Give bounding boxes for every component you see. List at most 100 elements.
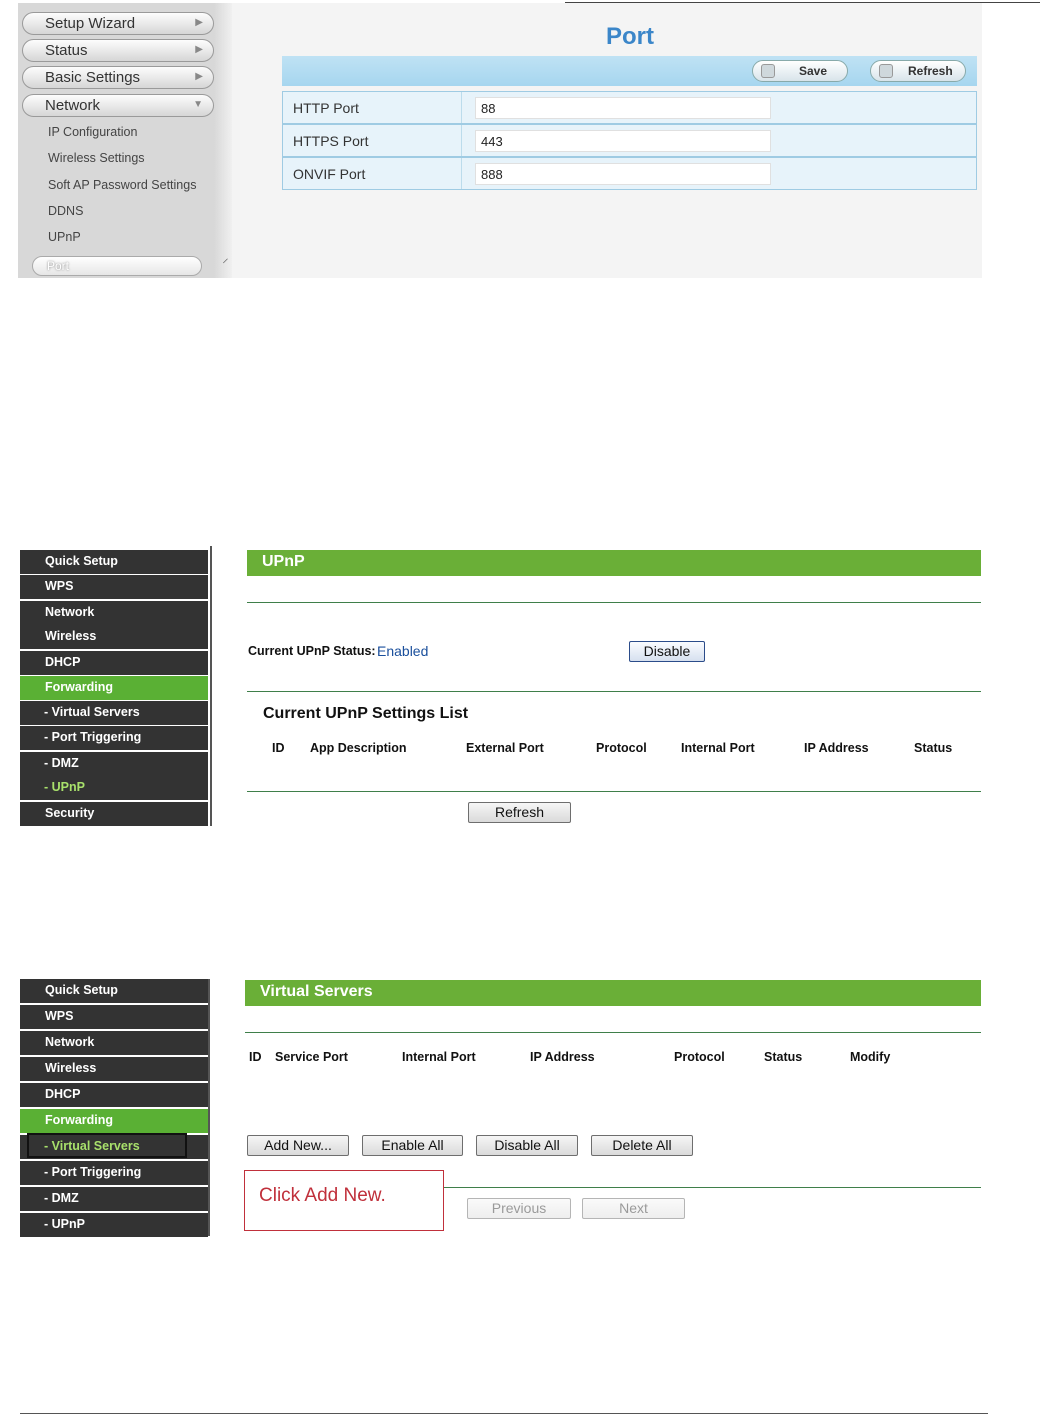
upnp-status-value: Enabled — [377, 643, 429, 659]
divider — [245, 1032, 981, 1033]
enable-all-button[interactable]: Enable All — [362, 1135, 463, 1156]
column-header-internal-port: Internal Port — [681, 741, 755, 755]
upnp-sidebar: Quick Setup WPS Network Wireless DHCP Fo… — [20, 548, 208, 826]
form-row-http: HTTP Port — [282, 91, 977, 124]
sidebar-item-wireless[interactable]: Wireless — [20, 625, 208, 649]
sidebar-divider — [210, 546, 212, 826]
sidebar-item-network[interactable]: Network — [20, 1031, 208, 1055]
sidebar-item-dhcp[interactable]: DHCP — [20, 1083, 208, 1107]
refresh-button[interactable]: Refresh — [870, 60, 966, 82]
sidebar-divider — [208, 979, 210, 1236]
sidebar-item-port-triggering[interactable]: - Port Triggering — [20, 1161, 208, 1185]
menu-status[interactable]: Status ▶ — [22, 39, 214, 62]
menu-label: Basic Settings — [45, 69, 141, 86]
form-row-onvif: ONVIF Port — [282, 157, 977, 190]
sidebar-item-forwarding[interactable]: Forwarding — [20, 676, 208, 700]
sidebar-item-dmz[interactable]: - DMZ — [20, 752, 208, 776]
save-button[interactable]: Save — [752, 60, 848, 82]
toolbar: Save Refresh — [282, 56, 977, 86]
sidebar-item-dmz[interactable]: - DMZ — [20, 1187, 208, 1211]
refresh-label: Refresh — [908, 64, 953, 78]
chevron-icon: ▶ — [195, 44, 203, 55]
sidebar-item-ddns[interactable]: DDNS — [48, 204, 83, 218]
menu-setup-wizard[interactable]: Setup Wizard ▶ — [22, 12, 214, 35]
row-divider — [461, 158, 462, 189]
delete-all-button[interactable]: Delete All — [591, 1135, 693, 1156]
sidebar-item-soft-ap-password[interactable]: Soft AP Password Settings — [48, 178, 196, 192]
sidebar-item-upnp[interactable]: UPnP — [48, 230, 81, 244]
column-header-status: Status — [914, 741, 953, 755]
column-header-internal-port: Internal Port — [402, 1050, 476, 1064]
column-header-ip-address: IP Address — [530, 1050, 595, 1064]
sidebar-item-wps[interactable]: WPS — [20, 575, 208, 599]
divider — [247, 602, 981, 603]
upnp-status-label: Current UPnP Status: — [248, 644, 376, 658]
column-header-external-port: External Port — [466, 741, 544, 755]
http-port-input[interactable] — [475, 97, 771, 119]
row-divider — [461, 92, 462, 123]
camera-port-panel: Setup Wizard ▶ Status ▶ Basic Settings ▶ Ne… — [18, 3, 982, 278]
save-icon — [761, 64, 775, 78]
column-header-modify: Modify — [850, 1050, 891, 1064]
chevron-icon: ▶ — [195, 17, 203, 28]
sidebar-item-virtual-servers[interactable]: - Virtual Servers — [20, 701, 208, 725]
column-header-service-port: Service Port — [275, 1050, 348, 1064]
column-header-protocol: Protocol — [674, 1050, 725, 1064]
menu-network[interactable]: Network ▼ — [22, 94, 214, 117]
page-title: UPnP — [247, 550, 981, 576]
sidebar-item-ip-configuration[interactable]: IP Configuration — [48, 125, 137, 139]
callout-text: Click Add New. — [259, 1185, 386, 1206]
row-divider — [461, 125, 462, 156]
sidebar-item-dhcp[interactable]: DHCP — [20, 651, 208, 675]
column-header-protocol: Protocol — [596, 741, 647, 755]
column-header-id: ID — [249, 1050, 262, 1064]
sidebar-item-upnp[interactable]: - UPnP — [20, 1213, 208, 1237]
disable-button[interactable]: Disable — [629, 641, 705, 662]
bottom-rule — [20, 1413, 988, 1414]
page-title: Port — [606, 23, 654, 50]
column-header-ip-address: IP Address — [804, 741, 869, 755]
selection-highlight — [27, 1133, 187, 1158]
form-row-https: HTTPS Port — [282, 124, 977, 157]
chevron-icon: ▶ — [195, 71, 203, 82]
sidebar-item-wireless[interactable]: Wireless — [20, 1057, 208, 1081]
sidebar-item-quick-setup[interactable]: Quick Setup — [20, 979, 208, 1003]
column-header-id: ID — [272, 741, 285, 755]
menu-label: Setup Wizard — [45, 15, 136, 32]
sidebar-item-upnp[interactable]: - UPnP — [20, 776, 208, 800]
sidebar-item-forwarding[interactable]: Forwarding — [20, 1109, 208, 1133]
column-header-status: Status — [764, 1050, 803, 1064]
onvif-port-label: ONVIF Port — [293, 166, 366, 182]
https-port-input[interactable] — [475, 130, 771, 152]
sidebar-item-port-triggering[interactable]: - Port Triggering — [20, 726, 208, 750]
save-label: Save — [799, 64, 828, 78]
chevron-down-icon: ▼ — [193, 99, 203, 110]
refresh-button[interactable]: Refresh — [468, 802, 571, 823]
onvif-port-input[interactable] — [475, 163, 771, 185]
sidebar-item-port[interactable]: Port — [32, 256, 202, 276]
settings-list-title: Current UPnP Settings List — [263, 705, 469, 722]
menu-label: Status — [45, 42, 88, 59]
sidebar-item-network[interactable]: Network — [20, 601, 208, 625]
camera-sidebar: Setup Wizard ▶ Status ▶ Basic Settings ▶ Ne… — [18, 3, 232, 278]
sidebar-item-wireless-settings[interactable]: Wireless Settings — [48, 151, 145, 165]
menu-label: Network — [45, 97, 101, 114]
divider — [247, 691, 981, 692]
divider — [444, 1187, 981, 1188]
http-port-label: HTTP Port — [293, 100, 359, 116]
refresh-icon — [879, 64, 893, 78]
divider — [247, 791, 981, 792]
sidebar-shadow — [214, 3, 232, 278]
menu-basic-settings[interactable]: Basic Settings ▶ — [22, 66, 214, 89]
page-title: Virtual Servers — [245, 980, 981, 1006]
column-header-app-description: App Description — [310, 741, 407, 755]
vs-sidebar: Quick Setup WPS Network Wireless DHCP Fo… — [20, 979, 208, 1237]
sidebar-item-security[interactable]: Security — [20, 802, 208, 826]
add-new-button[interactable]: Add New... — [247, 1135, 349, 1156]
disable-all-button[interactable]: Disable All — [476, 1135, 578, 1156]
next-button[interactable]: Next — [582, 1198, 685, 1219]
https-port-label: HTTPS Port — [293, 133, 369, 149]
sidebar-item-wps[interactable]: WPS — [20, 1005, 208, 1029]
previous-button[interactable]: Previous — [467, 1198, 571, 1219]
sidebar-item-quick-setup[interactable]: Quick Setup — [20, 550, 208, 574]
